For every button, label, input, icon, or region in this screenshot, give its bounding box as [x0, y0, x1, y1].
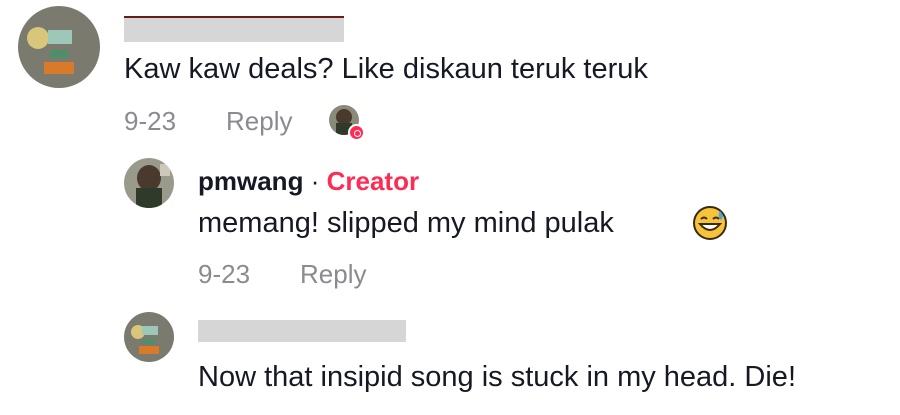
comment-avatar[interactable]	[18, 6, 100, 88]
reply-button[interactable]: Reply	[300, 259, 366, 289]
comment-text: Kaw kaw deals? Like diskaun teruk teruk	[124, 53, 648, 85]
comment-text: memang! slipped my mind pulak	[198, 206, 614, 240]
author-name[interactable]: pmwang	[198, 166, 303, 196]
author-separator: ·	[310, 166, 320, 196]
comment-date: 9-23	[124, 106, 177, 136]
comment-author-redacted[interactable]	[124, 14, 344, 42]
comment-author-redacted[interactable]	[198, 320, 406, 342]
comment-avatar[interactable]	[124, 312, 174, 362]
comment-text-content: memang! slipped my mind pulak	[198, 207, 614, 239]
comment-text: Now that insipid song is stuck in my hea…	[198, 361, 796, 393]
comment-date: 9-23	[198, 259, 251, 289]
grinning-sweat-emoji-icon	[692, 205, 728, 241]
creator-liked-icon	[329, 105, 365, 141]
comment-author[interactable]: pmwang · Creator	[198, 166, 419, 196]
creator-badge: Creator	[326, 166, 420, 196]
reply-button[interactable]: Reply	[226, 106, 292, 136]
heart-badge-icon	[348, 124, 365, 141]
creator-avatar[interactable]	[124, 158, 174, 208]
